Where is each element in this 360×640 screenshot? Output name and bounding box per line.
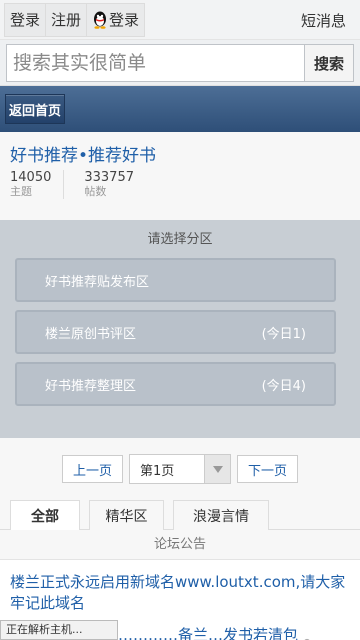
auth-group: 登录 注册 登录 bbox=[0, 2, 146, 37]
zone-item[interactable]: 好书推荐贴发布区 bbox=[15, 258, 336, 302]
tab-digest[interactable]: 精华区 bbox=[89, 500, 164, 530]
top-bar: 登录 注册 登录 短消息 bbox=[0, 0, 360, 40]
notice-link[interactable]: 楼兰正式永远启用新域名www.loutxt.com,请大家牢记此域名 bbox=[10, 572, 350, 614]
home-button[interactable]: 返回首页 bbox=[5, 94, 66, 124]
zone-today: (今日1) bbox=[261, 326, 306, 342]
qq-penguin-icon bbox=[92, 11, 108, 29]
forum-title[interactable]: 好书推荐•推荐好书 bbox=[10, 141, 350, 166]
loading-status: 正在解析主机... bbox=[0, 620, 118, 640]
topic-count: 14050 主题 bbox=[10, 170, 65, 199]
next-page-button[interactable]: 下一页 bbox=[237, 455, 299, 483]
nav-bar: 返回首页 bbox=[0, 86, 360, 132]
zone-name: 好书推荐整理区 bbox=[45, 378, 137, 394]
qq-login-button[interactable]: 登录 bbox=[86, 2, 146, 37]
page-select-value: 第1页 bbox=[140, 463, 175, 479]
zone-name: 楼兰原创书评区 bbox=[45, 326, 137, 342]
topic-count-value: 14050 bbox=[10, 170, 52, 185]
post-count: 333757 帖数 bbox=[84, 170, 146, 199]
notice-heading: 论坛公告 bbox=[0, 530, 360, 560]
login-button[interactable]: 登录 bbox=[4, 2, 46, 37]
tab-all[interactable]: 全部 bbox=[10, 500, 80, 530]
pager: 上一页 第1页 下一页 bbox=[0, 438, 360, 500]
forum-header: 好书推荐•推荐好书 14050 主题 333757 帖数 bbox=[0, 132, 360, 220]
zone-item[interactable]: 好书推荐整理区 (今日4) bbox=[15, 362, 336, 406]
dropdown-arrow-icon bbox=[204, 455, 230, 483]
search-bar: 搜索 bbox=[0, 40, 360, 86]
zone-name: 好书推荐贴发布区 bbox=[45, 274, 150, 290]
topic-count-label: 主题 bbox=[10, 185, 32, 198]
zone-item[interactable]: 楼兰原创书评区 (今日1) bbox=[15, 310, 336, 354]
post-count-label: 帖数 bbox=[84, 185, 107, 198]
post-count-value: 333757 bbox=[84, 170, 134, 185]
messages-link[interactable]: 短消息 bbox=[301, 10, 346, 31]
register-button[interactable]: 注册 bbox=[45, 2, 87, 37]
search-input[interactable] bbox=[6, 44, 304, 82]
zone-today: (今日4) bbox=[261, 378, 306, 394]
prev-page-button[interactable]: 上一页 bbox=[61, 455, 123, 483]
tab-romance[interactable]: 浪漫言情 bbox=[173, 500, 269, 530]
zone-panel: 请选择分区 好书推荐贴发布区 楼兰原创书评区 (今日1) 好书推荐整理区 (今日… bbox=[0, 220, 360, 438]
thread-tabs: 全部 精华区 浪漫言情 bbox=[0, 500, 360, 530]
forum-stats: 14050 主题 333757 帖数 bbox=[10, 170, 350, 199]
search-button[interactable]: 搜索 bbox=[304, 44, 354, 82]
zone-panel-title: 请选择分区 bbox=[147, 232, 213, 247]
page-select[interactable]: 第1页 bbox=[129, 454, 231, 484]
qq-login-label: 登录 bbox=[109, 11, 140, 29]
